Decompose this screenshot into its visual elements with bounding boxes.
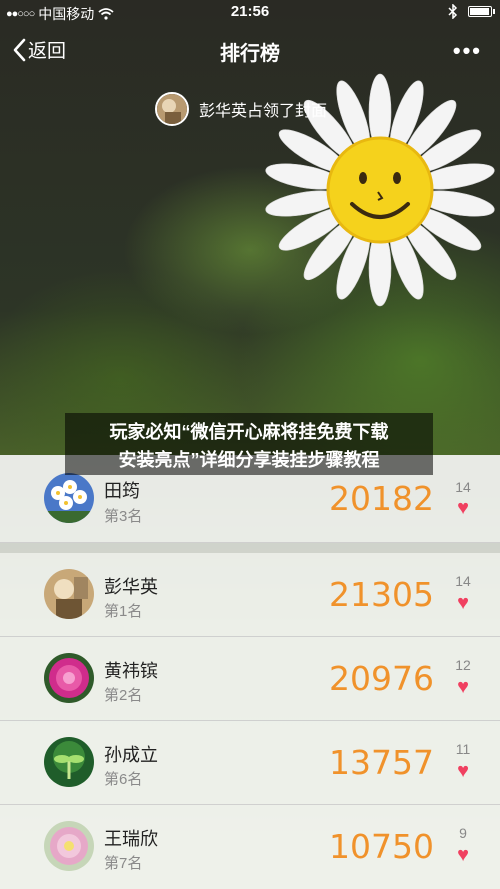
- user-name: 王瑞欣: [104, 829, 158, 849]
- heart-icon[interactable]: ♥: [448, 592, 478, 615]
- clock: 21:56: [230, 3, 270, 20]
- navigation-bar: 返回 排行榜 •••: [0, 24, 500, 76]
- like-count: 11: [455, 741, 471, 757]
- bluetooth-icon: [448, 4, 458, 19]
- user-name: 孙成立: [104, 745, 158, 765]
- heart-icon[interactable]: ♥: [448, 844, 478, 867]
- heart-icon[interactable]: ♥: [448, 497, 478, 520]
- ranking-row[interactable]: 黄祎镔 第2名 20976 12 ♥: [0, 637, 500, 721]
- overlay-title-banner: 玩家必知“微信开心麻将挂免费下载 安装亮点”详细分享装挂步骤教程: [65, 413, 433, 475]
- user-score: 20976: [329, 659, 434, 698]
- section-divider: [0, 543, 500, 553]
- heart-icon[interactable]: ♥: [448, 676, 478, 699]
- user-rank: 第7名: [104, 855, 143, 872]
- user-name: 黄祎镔: [104, 661, 158, 681]
- user-avatar: [44, 737, 94, 787]
- user-avatar: [44, 653, 94, 703]
- user-score: 20182: [329, 479, 434, 518]
- user-rank: 第6名: [104, 771, 143, 788]
- ranking-row[interactable]: 孙成立 第6名 13757 11 ♥: [0, 721, 500, 805]
- cover-caption: 彭华英占领了封面: [155, 92, 327, 126]
- overlay-title-line-2: 安装亮点”详细分享装挂步骤教程: [118, 450, 380, 470]
- more-options-button[interactable]: •••: [453, 38, 482, 64]
- user-name: 田筠: [104, 481, 140, 501]
- user-rank: 第1名: [104, 603, 143, 620]
- user-score: 13757: [329, 743, 434, 782]
- ranking-list: 田筠 第3名 20182 14 ♥ 彭华英 第1名 21305 14 ♥ 黄祎镔…: [0, 455, 500, 889]
- cover-caption-text: 彭华英占领了封面: [199, 103, 328, 120]
- user-avatar: [44, 473, 94, 523]
- like-count: 9: [459, 825, 467, 841]
- user-avatar: [44, 569, 94, 619]
- ranking-row[interactable]: 王瑞欣 第7名 10750 9 ♥: [0, 805, 500, 889]
- like-count: 12: [455, 657, 471, 673]
- heart-icon[interactable]: ♥: [448, 760, 478, 783]
- cover-owner-avatar: [155, 92, 189, 126]
- user-rank: 第3名: [104, 508, 143, 525]
- user-score: 10750: [329, 827, 434, 866]
- like-count: 14: [455, 573, 471, 589]
- overlay-title-line-1: 玩家必知“微信开心麻将挂免费下载: [109, 422, 389, 442]
- battery-icon: [468, 6, 495, 17]
- user-score: 21305: [329, 575, 434, 614]
- page-title: 排行榜: [220, 43, 280, 65]
- status-right: [448, 4, 495, 19]
- user-name: 彭华英: [104, 577, 158, 597]
- user-rank: 第2名: [104, 687, 143, 704]
- user-avatar: [44, 821, 94, 871]
- status-bar: ●●○○○ 中国移动 21:56: [0, 0, 500, 24]
- like-count: 14: [455, 479, 471, 495]
- ranking-row[interactable]: 彭华英 第1名 21305 14 ♥: [0, 553, 500, 637]
